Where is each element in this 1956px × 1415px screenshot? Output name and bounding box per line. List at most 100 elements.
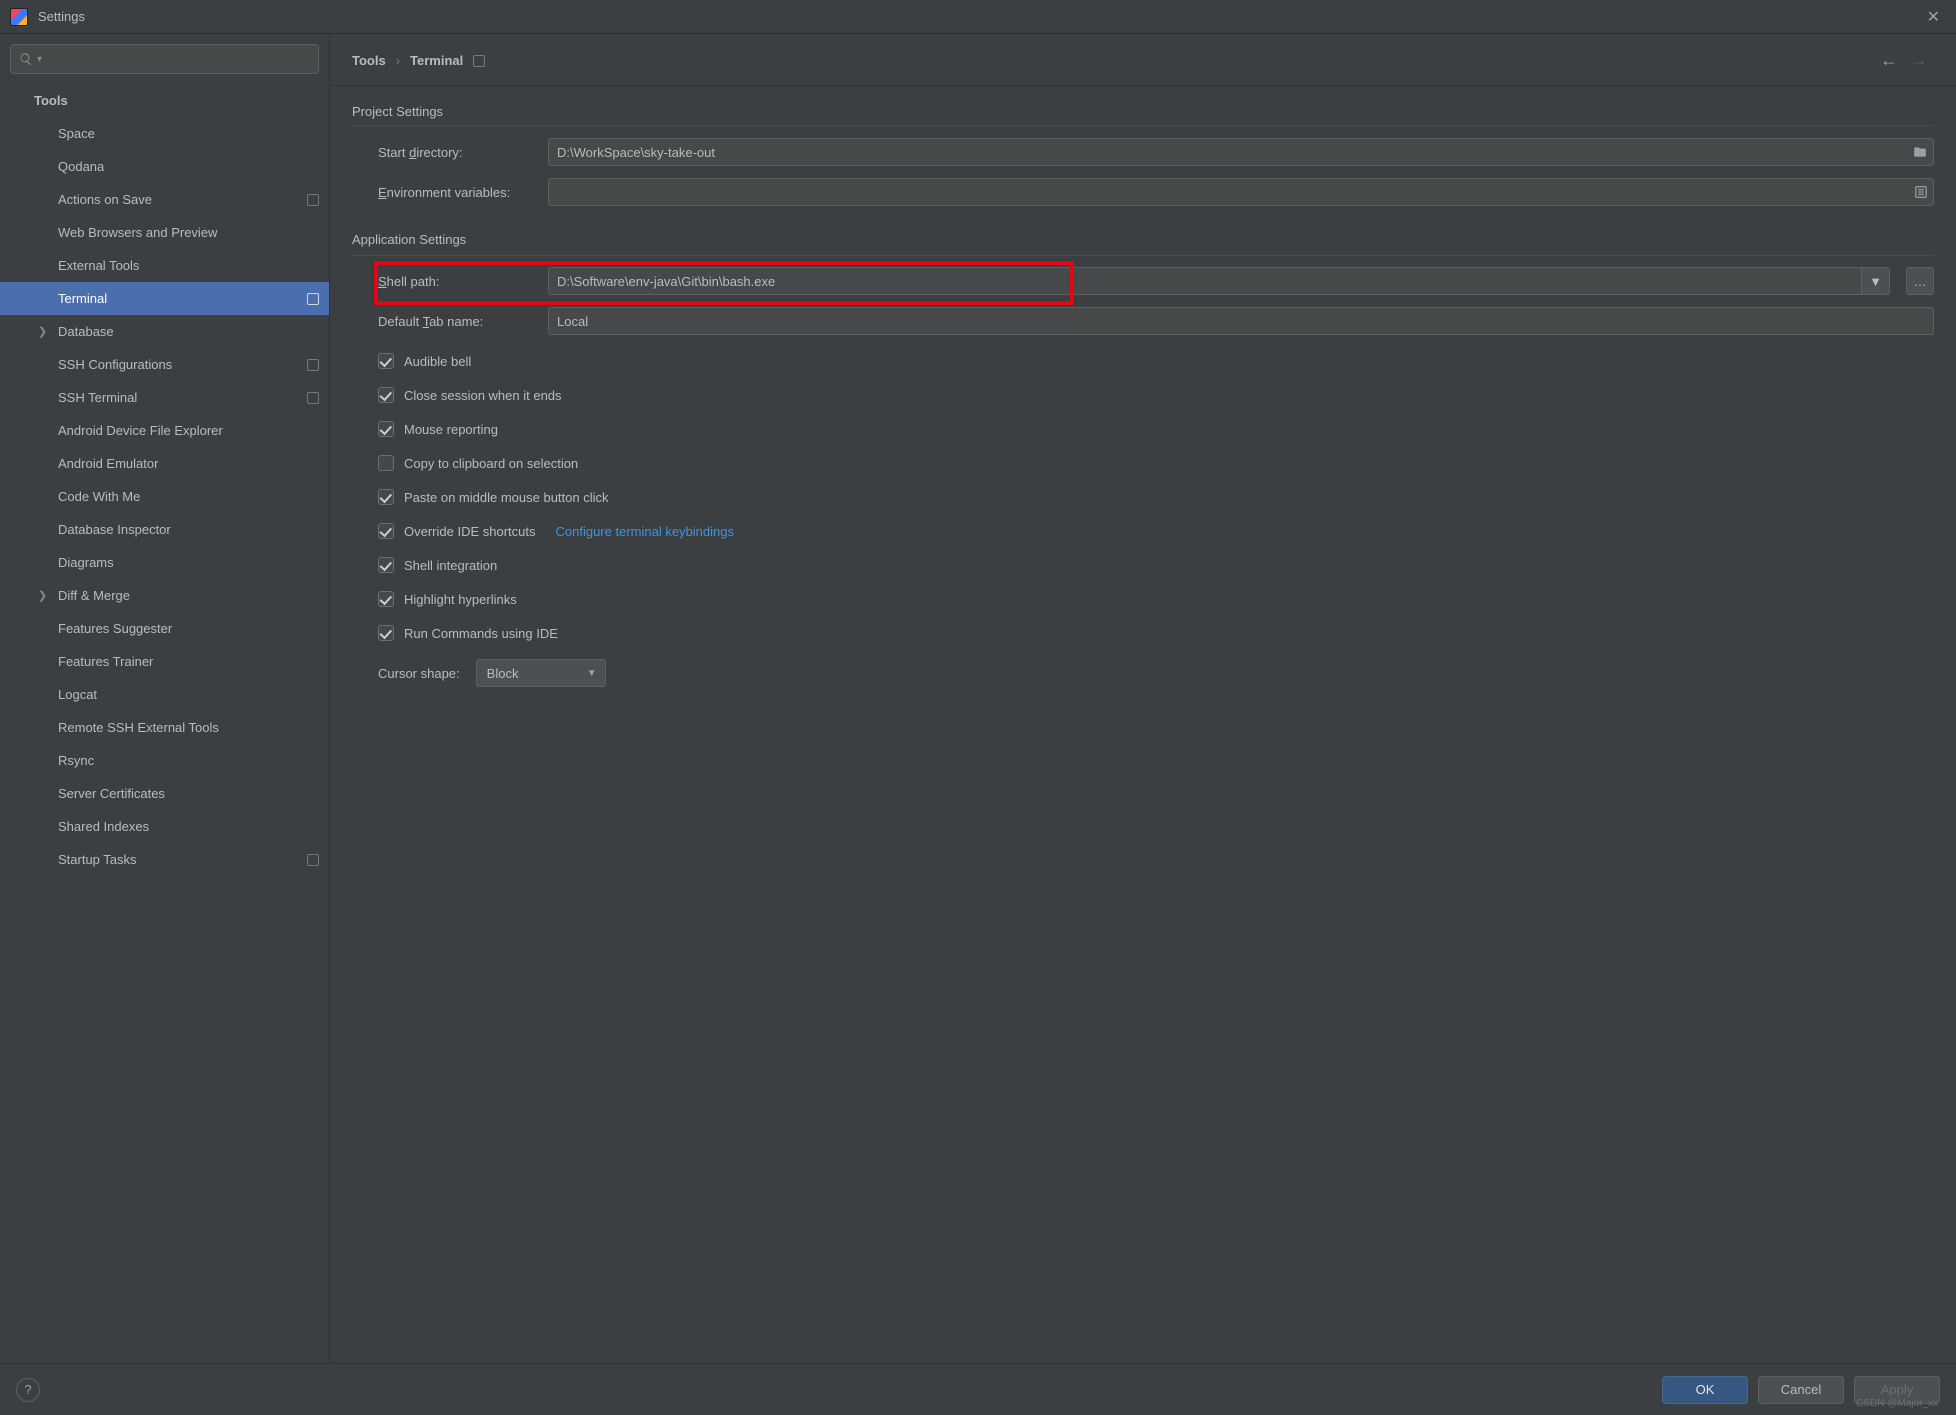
project-badge-icon — [307, 293, 319, 305]
settings-main: Tools › Terminal ← → Project Settings St… — [330, 34, 1956, 1363]
folder-icon[interactable] — [1912, 145, 1928, 159]
checkbox[interactable] — [378, 455, 394, 471]
dialog-footer: ? OK Cancel Apply CSDN @Major_xx — [0, 1363, 1956, 1415]
checkbox-row-highlight-hyperlinks: Highlight hyperlinks — [378, 585, 1934, 613]
cursor-shape-select[interactable]: Block ▼ — [476, 659, 606, 687]
start-directory-row: Start directory: — [352, 138, 1934, 166]
sidebar-item-label: Terminal — [58, 291, 301, 306]
checkbox[interactable] — [378, 625, 394, 641]
sidebar-item-diagrams[interactable]: Diagrams — [0, 546, 329, 579]
checkbox-label: Copy to clipboard on selection — [404, 456, 578, 471]
sidebar-item-server-certificates[interactable]: Server Certificates — [0, 777, 329, 810]
sidebar-item-label: Remote SSH External Tools — [58, 720, 319, 735]
application-settings-title: Application Settings — [352, 232, 476, 247]
sidebar-item-label: Android Device File Explorer — [58, 423, 319, 438]
sidebar-item-logcat[interactable]: Logcat — [0, 678, 329, 711]
checkbox[interactable] — [378, 489, 394, 505]
search-input[interactable]: ▾ — [10, 44, 319, 74]
checkbox[interactable] — [378, 353, 394, 369]
sidebar-item-startup-tasks[interactable]: Startup Tasks — [0, 843, 329, 876]
breadcrumb-tools[interactable]: Tools — [352, 53, 386, 68]
list-icon[interactable] — [1914, 185, 1928, 199]
sidebar-item-label: Diff & Merge — [58, 588, 319, 603]
shell-path-input[interactable] — [548, 267, 1862, 295]
shell-path-browse-button[interactable]: … — [1906, 267, 1934, 295]
checkbox-label: Shell integration — [404, 558, 497, 573]
title-bar: Settings ✕ — [0, 0, 1956, 34]
settings-tree[interactable]: Tools Space Qodana Actions on Save Web Brows… — [0, 84, 329, 1363]
sidebar-item-shared-indexes[interactable]: Shared Indexes — [0, 810, 329, 843]
checkbox-row-copy-to-clipboard-on-selection: Copy to clipboard on selection — [378, 449, 1934, 477]
checkbox-row-paste-on-middle-mouse-button-click: Paste on middle mouse button click — [378, 483, 1934, 511]
back-button[interactable]: ← — [1874, 48, 1904, 73]
checkbox-label: Paste on middle mouse button click — [404, 490, 609, 505]
sidebar-item-rsync[interactable]: Rsync — [0, 744, 329, 777]
sidebar-item-database[interactable]: ❯ Database — [0, 315, 329, 348]
sidebar-item-label: Rsync — [58, 753, 319, 768]
checkbox[interactable] — [378, 591, 394, 607]
sidebar-item-label: Actions on Save — [58, 192, 301, 207]
sidebar-item-label: Web Browsers and Preview — [58, 225, 319, 240]
sidebar-item-actions-on-save[interactable]: Actions on Save — [0, 183, 329, 216]
settings-content: Project Settings Start directory: Enviro… — [330, 86, 1956, 1363]
sidebar-item-ssh-terminal[interactable]: SSH Terminal — [0, 381, 329, 414]
checkbox[interactable] — [378, 523, 394, 539]
checkbox-label: Audible bell — [404, 354, 471, 369]
project-badge-icon — [307, 194, 319, 206]
shell-path-label: Shell path: — [378, 274, 538, 289]
sidebar-item-ssh-configurations[interactable]: SSH Configurations — [0, 348, 329, 381]
default-tab-name-row: Default Tab name: — [352, 307, 1934, 335]
breadcrumb: Tools › Terminal — [352, 53, 1874, 68]
configure-keybindings-link[interactable]: Configure terminal keybindings — [556, 524, 734, 539]
sidebar-item-features-suggester[interactable]: Features Suggester — [0, 612, 329, 645]
checkbox[interactable] — [378, 421, 394, 437]
sidebar-item-features-trainer[interactable]: Features Trainer — [0, 645, 329, 678]
shell-path-dropdown[interactable]: ▼ — [1862, 267, 1890, 295]
checkbox-row-close-session-when-it-ends: Close session when it ends — [378, 381, 1934, 409]
sidebar-item-label: Features Suggester — [58, 621, 319, 636]
chevron-right-icon: ❯ — [38, 325, 47, 338]
chevron-down-icon: ▼ — [1869, 274, 1882, 289]
close-icon[interactable]: ✕ — [1921, 3, 1946, 31]
search-icon — [19, 52, 33, 66]
help-button[interactable]: ? — [16, 1378, 40, 1402]
sidebar-item-label: Qodana — [58, 159, 319, 174]
checkbox-label: Highlight hyperlinks — [404, 592, 517, 607]
chevron-right-icon: ❯ — [38, 589, 47, 602]
sidebar-item-android-emulator[interactable]: Android Emulator — [0, 447, 329, 480]
sidebar-item-terminal[interactable]: Terminal — [0, 282, 329, 315]
ok-button[interactable]: OK — [1662, 1376, 1748, 1404]
sidebar-item-database-inspector[interactable]: Database Inspector — [0, 513, 329, 546]
sidebar-item-web-browsers-and-preview[interactable]: Web Browsers and Preview — [0, 216, 329, 249]
sidebar-item-tools[interactable]: Tools — [0, 84, 329, 117]
env-variables-input[interactable] — [548, 178, 1934, 206]
checkbox[interactable] — [378, 557, 394, 573]
env-variables-label: Environment variables: — [378, 185, 538, 200]
default-tab-name-label: Default Tab name: — [378, 314, 538, 329]
settings-sidebar: ▾ Tools Space Qodana Actions on Save Web Bro… — [0, 34, 330, 1363]
sidebar-item-external-tools[interactable]: External Tools — [0, 249, 329, 282]
sidebar-item-label: Database — [58, 324, 319, 339]
sidebar-item-remote-ssh-external-tools[interactable]: Remote SSH External Tools — [0, 711, 329, 744]
chevron-down-icon: ▼ — [587, 668, 597, 679]
cursor-shape-row: Cursor shape: Block ▼ — [352, 659, 1934, 687]
sidebar-item-diff-merge[interactable]: ❯ Diff & Merge — [0, 579, 329, 612]
breadcrumb-terminal: Terminal — [410, 53, 463, 68]
cursor-shape-value: Block — [487, 666, 519, 681]
sidebar-item-space[interactable]: Space — [0, 117, 329, 150]
apply-button: Apply — [1854, 1376, 1940, 1404]
sidebar-item-label: Shared Indexes — [58, 819, 319, 834]
sidebar-item-label: Space — [58, 126, 319, 141]
start-directory-input[interactable] — [548, 138, 1934, 166]
sidebar-item-code-with-me[interactable]: Code With Me — [0, 480, 329, 513]
sidebar-item-label: Logcat — [58, 687, 319, 702]
default-tab-name-input[interactable] — [548, 307, 1934, 335]
checkbox-label: Run Commands using IDE — [404, 626, 558, 641]
project-badge-icon — [307, 359, 319, 371]
checkbox[interactable] — [378, 387, 394, 403]
sidebar-item-android-device-file-explorer[interactable]: Android Device File Explorer — [0, 414, 329, 447]
checkbox-row-mouse-reporting: Mouse reporting — [378, 415, 1934, 443]
window-title: Settings — [38, 9, 1921, 24]
sidebar-item-qodana[interactable]: Qodana — [0, 150, 329, 183]
cancel-button[interactable]: Cancel — [1758, 1376, 1844, 1404]
